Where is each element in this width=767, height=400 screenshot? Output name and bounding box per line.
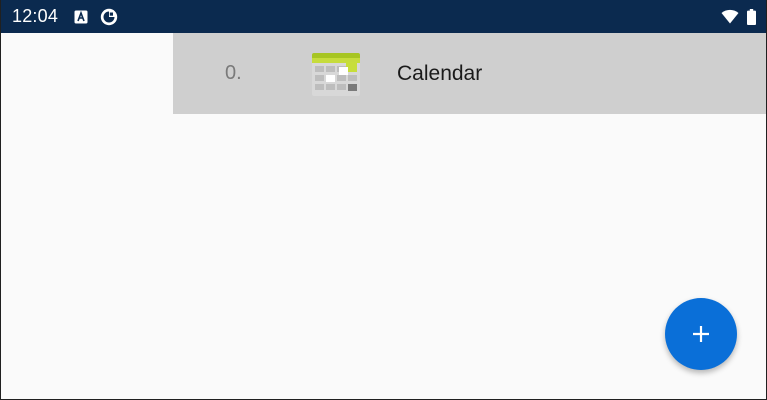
- app-list: 0. Calendar: [1, 33, 766, 399]
- status-system-icons: [721, 8, 756, 25]
- calendar-app-icon: [312, 53, 360, 96]
- app-screen: 12:04 0. Calendar: [0, 0, 767, 400]
- data-saver-icon: [100, 8, 118, 26]
- battery-icon: [747, 8, 756, 25]
- status-bar: 12:04: [1, 0, 766, 33]
- add-button[interactable]: [665, 298, 737, 370]
- autofill-a-icon: [74, 10, 88, 24]
- status-time: 12:04: [12, 6, 59, 26]
- list-item-index: 0.: [225, 62, 242, 84]
- plus-icon: [691, 324, 711, 344]
- status-notification-icons: [74, 8, 118, 26]
- list-item-label: Calendar: [397, 61, 483, 85]
- wifi-icon: [721, 9, 739, 24]
- list-item-calendar[interactable]: 0. Calendar: [173, 33, 766, 114]
